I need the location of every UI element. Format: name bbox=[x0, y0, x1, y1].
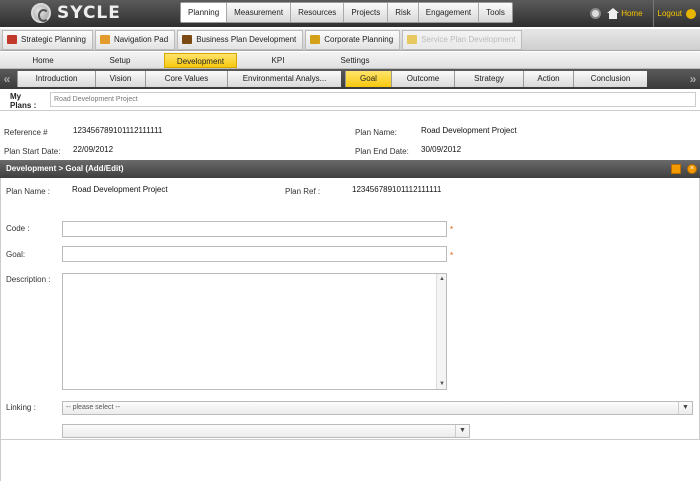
code-required-mark: * bbox=[450, 225, 454, 234]
service-plan-icon bbox=[407, 35, 418, 44]
settings-gear-icon[interactable] bbox=[590, 8, 602, 19]
step-strategy[interactable]: Strategy bbox=[454, 71, 523, 87]
nav-projects[interactable]: Projects bbox=[344, 3, 389, 22]
scroll-up-icon[interactable]: ▲ bbox=[437, 274, 447, 284]
step-goal[interactable]: Goal bbox=[345, 71, 391, 87]
section-header: Development > Goal (Add/Edit) × bbox=[0, 160, 700, 178]
step-outcome[interactable]: Outcome bbox=[391, 71, 454, 87]
step-conclusion[interactable]: Conclusion bbox=[573, 71, 647, 87]
subnav-home[interactable]: Home bbox=[8, 53, 78, 68]
sycle-logo-icon bbox=[31, 3, 51, 23]
nav-engagement[interactable]: Engagement bbox=[419, 3, 480, 22]
sub-nav: Home Setup Development KPI Settings bbox=[0, 52, 700, 69]
step-prev-arrow-icon[interactable]: « bbox=[0, 69, 14, 89]
close-icon[interactable]: × bbox=[687, 164, 697, 174]
plan-name-value: Road Development Project bbox=[421, 126, 517, 135]
goal-input[interactable] bbox=[62, 246, 447, 262]
goal-label: Goal: bbox=[6, 250, 26, 259]
form-plan-ref-value: 123456789101112111111 bbox=[352, 185, 442, 194]
subnav-settings[interactable]: Settings bbox=[320, 53, 390, 68]
module-label: Service Plan Development bbox=[421, 35, 516, 44]
plan-name-label: Plan Name: bbox=[355, 128, 397, 137]
logout-icon[interactable] bbox=[686, 8, 696, 19]
strategic-planning-icon bbox=[7, 35, 17, 44]
navigation-pad-icon bbox=[99, 35, 110, 44]
scroll-down-icon[interactable]: ▼ bbox=[437, 379, 447, 389]
linking-select[interactable]: -- please select -- ▼ bbox=[62, 401, 693, 415]
module-label: Corporate Planning bbox=[324, 35, 394, 44]
nav-planning[interactable]: Planning bbox=[181, 3, 228, 22]
chevron-down-icon: ▼ bbox=[455, 425, 469, 437]
step-environmental-analysis[interactable]: Environmental Analys... bbox=[227, 71, 341, 87]
subnav-development[interactable]: Development bbox=[164, 53, 237, 68]
my-plans-field[interactable]: Road Development Project bbox=[50, 92, 696, 107]
plan-start-date-value: 22/09/2012 bbox=[73, 145, 114, 154]
module-strategic-planning[interactable]: Strategic Planning bbox=[2, 29, 93, 50]
subnav-setup[interactable]: Setup bbox=[85, 53, 155, 68]
home-label: Home bbox=[621, 9, 643, 18]
step-core-values[interactable]: Core Values bbox=[145, 71, 227, 87]
main-nav: Planning Measurement Resources Projects … bbox=[180, 2, 513, 23]
nav-measurement[interactable]: Measurement bbox=[227, 3, 292, 22]
header-actions: Home Logout bbox=[590, 0, 700, 27]
reference-label: Reference # bbox=[4, 128, 48, 137]
module-business-plan-development[interactable]: Business Plan Development bbox=[177, 29, 304, 50]
logo-text: SYCLE bbox=[57, 3, 121, 23]
step-vision[interactable]: Vision bbox=[95, 71, 145, 87]
nav-risk[interactable]: Risk bbox=[388, 3, 419, 22]
description-textarea[interactable]: ▲ ▼ bbox=[62, 273, 447, 390]
my-plans-label-line1: My bbox=[10, 92, 22, 101]
linking-sub-select[interactable]: ▼ bbox=[62, 424, 470, 438]
subnav-kpi[interactable]: KPI bbox=[243, 53, 313, 68]
plan-start-date-label: Plan Start Date: bbox=[4, 147, 61, 156]
goal-required-mark: * bbox=[450, 251, 454, 260]
description-scrollbar[interactable]: ▲ ▼ bbox=[436, 274, 446, 389]
code-label: Code : bbox=[6, 224, 30, 233]
top-header: SYCLE Planning Measurement Resources Pro… bbox=[0, 0, 700, 27]
app-logo[interactable]: SYCLE bbox=[31, 2, 121, 24]
save-icon[interactable] bbox=[671, 164, 681, 174]
module-label: Navigation Pad bbox=[113, 35, 169, 44]
plan-end-date-label: Plan End Date: bbox=[355, 147, 409, 156]
description-label: Description : bbox=[6, 275, 51, 284]
page-border bbox=[0, 440, 1, 481]
module-label: Business Plan Development bbox=[196, 35, 297, 44]
reference-value: 123456789101112111111 bbox=[73, 126, 163, 135]
section-title: Development > Goal (Add/Edit) bbox=[6, 164, 124, 173]
home-link[interactable]: Home bbox=[607, 8, 643, 19]
my-plans-row: My Plans : Road Development Project bbox=[0, 91, 700, 111]
step-introduction[interactable]: Introduction bbox=[17, 71, 95, 87]
form-plan-name-value: Road Development Project bbox=[72, 185, 168, 194]
module-navigation-pad[interactable]: Navigation Pad bbox=[94, 29, 176, 50]
code-input[interactable] bbox=[62, 221, 447, 237]
step-action[interactable]: Action bbox=[523, 71, 573, 87]
logout-link[interactable]: Logout bbox=[658, 9, 682, 18]
form-plan-ref-label: Plan Ref : bbox=[285, 187, 321, 196]
nav-resources[interactable]: Resources bbox=[291, 3, 345, 22]
header-divider bbox=[652, 0, 654, 27]
my-plans-label: My Plans : bbox=[10, 92, 36, 110]
nav-tools[interactable]: Tools bbox=[479, 3, 512, 22]
chevron-down-icon: ▼ bbox=[678, 402, 692, 414]
linking-select-value: -- please select -- bbox=[66, 404, 121, 411]
briefcase-icon bbox=[182, 35, 193, 44]
module-tabs: Strategic Planning Navigation Pad Busine… bbox=[0, 29, 700, 51]
step-next-arrow-icon[interactable]: » bbox=[686, 69, 700, 89]
corporate-planning-icon bbox=[310, 35, 321, 44]
module-service-plan-development[interactable]: Service Plan Development bbox=[402, 29, 523, 50]
home-icon bbox=[607, 8, 620, 19]
step-bar: « Introduction Vision Core Values Enviro… bbox=[0, 69, 700, 89]
module-corporate-planning[interactable]: Corporate Planning bbox=[305, 29, 401, 50]
plan-end-date-value: 30/09/2012 bbox=[421, 145, 462, 154]
form-plan-name-label: Plan Name : bbox=[6, 187, 51, 196]
my-plans-label-line2: Plans : bbox=[10, 101, 37, 110]
module-label: Strategic Planning bbox=[21, 35, 86, 44]
linking-label: Linking : bbox=[6, 403, 36, 412]
